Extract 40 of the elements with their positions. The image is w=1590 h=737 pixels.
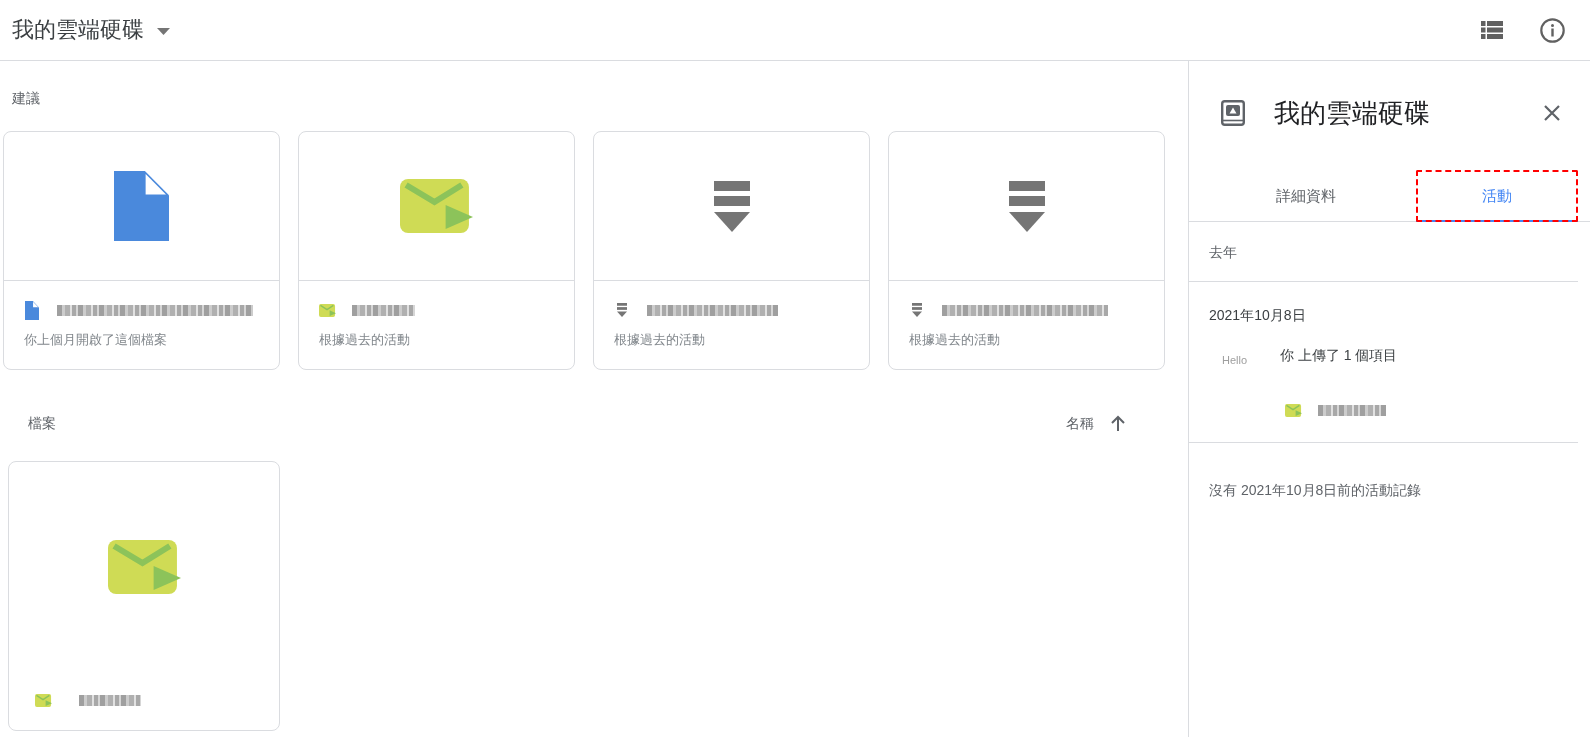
activity-text: 你 上傳了 1 個項目 (1280, 346, 1398, 365)
tab[interactable]: 活動 (1416, 170, 1578, 222)
activity-date: 2021年10月8日 (1209, 306, 1306, 325)
panel-title: 我的雲端硬碟 (1274, 97, 1430, 129)
avatar-alt-text: Hello (1222, 353, 1248, 367)
card-subtitle: 根據過去的活動 (614, 331, 705, 349)
blurred-filename (1318, 404, 1386, 416)
bars-down-arrow-icon (1008, 180, 1045, 232)
envelope-icon (107, 539, 181, 594)
dropdown-caret-icon[interactable] (157, 28, 170, 35)
envelope-icon (318, 303, 336, 317)
end-note: 沒有 2021年10月8日前的活動記錄 (1209, 481, 1422, 500)
section-heading: 建議 (12, 89, 40, 108)
blurred-filename (352, 304, 415, 316)
file-card[interactable]: 根據過去的活動 (298, 131, 575, 370)
list-view-icon[interactable] (1481, 21, 1503, 39)
envelope-icon (400, 179, 473, 233)
section-heading: 檔案 (28, 414, 56, 433)
tab[interactable]: 詳細資料 (1209, 170, 1403, 222)
card-subtitle: 你上個月開啟了這個檔案 (24, 331, 167, 349)
bars-down-arrow-icon (713, 180, 750, 232)
sort-button[interactable]: 名稱 (1066, 413, 1125, 433)
bars-down-arrow-icon (912, 303, 922, 317)
file-card[interactable]: 根據過去的活動 (888, 131, 1165, 370)
bars-down-arrow-icon (617, 303, 627, 317)
document-icon (114, 171, 169, 241)
file-card[interactable]: 你上個月開啟了這個檔案 (3, 131, 280, 370)
file-card[interactable]: 根據過去的活動 (593, 131, 870, 370)
drive-title[interactable]: 我的雲端硬碟 (12, 16, 144, 44)
document-icon (25, 300, 39, 320)
envelope-icon (1285, 403, 1302, 417)
blurred-filename (79, 694, 141, 706)
card-subtitle: 根據過去的活動 (909, 331, 1000, 349)
close-icon (1544, 105, 1560, 121)
card-subtitle: 根據過去的活動 (319, 331, 410, 349)
close-button[interactable] (1544, 105, 1560, 121)
envelope-icon (34, 693, 52, 707)
period-label: 去年 (1209, 242, 1237, 262)
drive-icon (1221, 100, 1245, 126)
info-icon[interactable] (1540, 17, 1565, 43)
